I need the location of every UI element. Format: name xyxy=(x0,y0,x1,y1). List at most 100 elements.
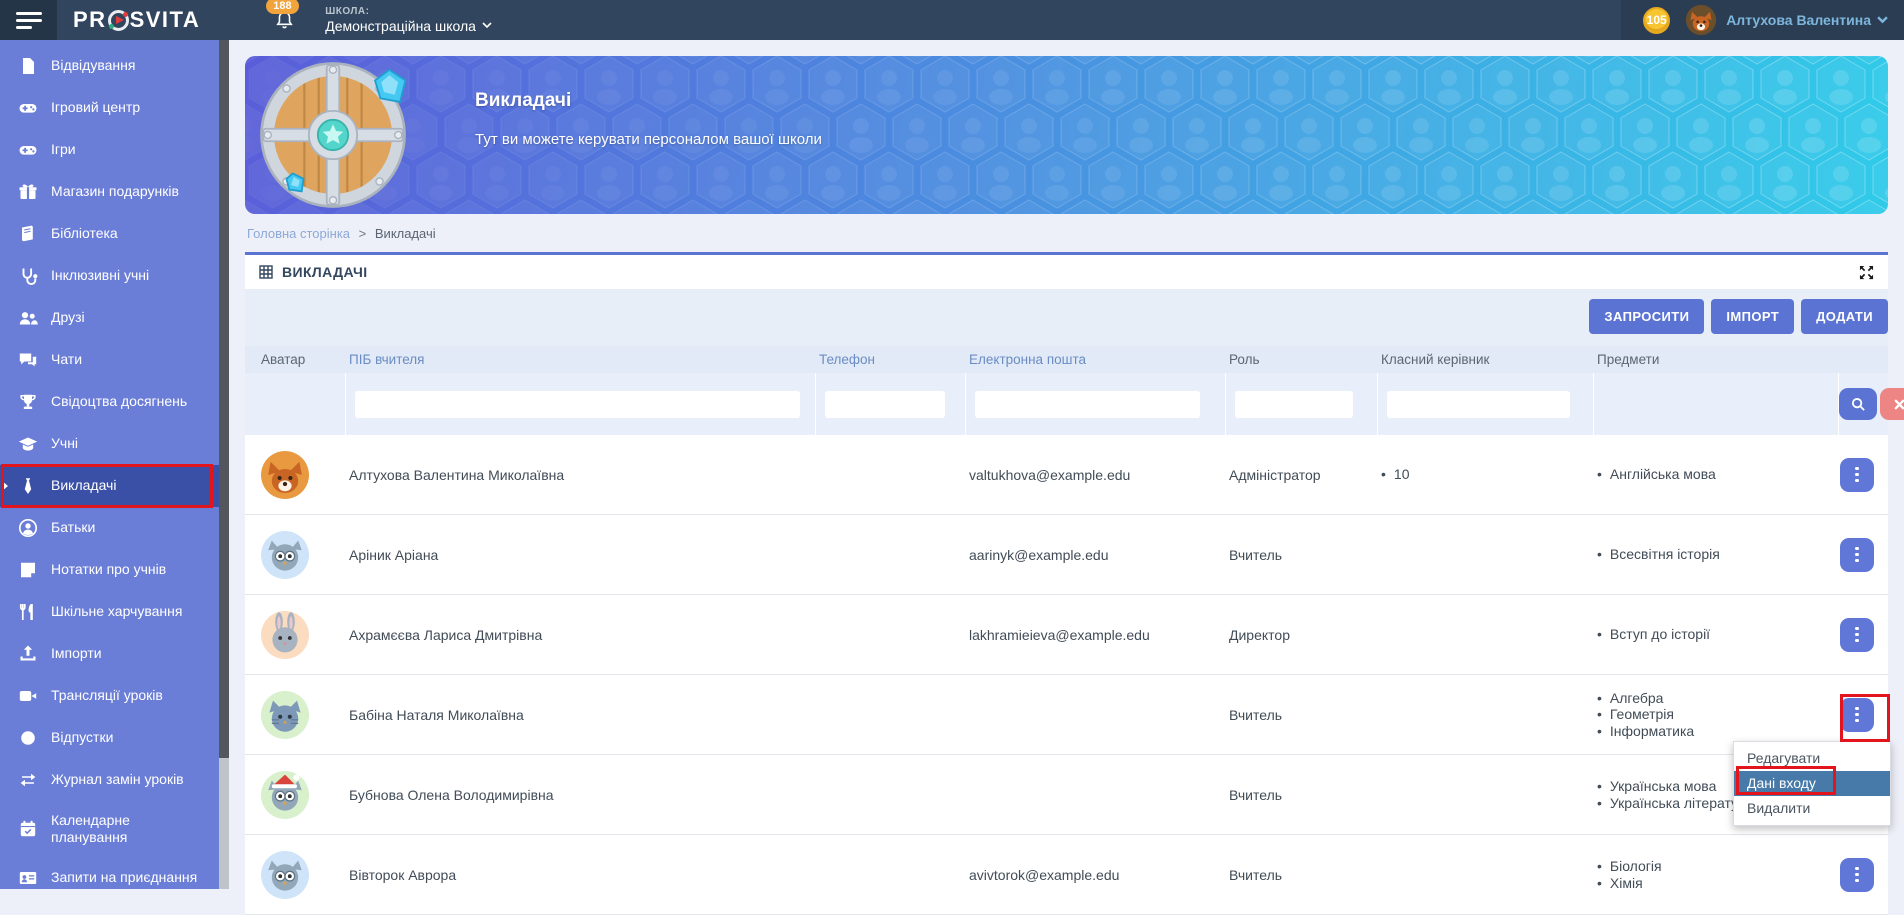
sidebar-item-16[interactable]: Трансляції уроків xyxy=(0,675,219,717)
sidebar-item-12[interactable]: Батьки xyxy=(0,507,219,549)
row-actions-button[interactable] xyxy=(1840,858,1874,892)
sidebar-item-7[interactable]: Друзі xyxy=(0,297,219,339)
subjects-cell: Всесвітня історія xyxy=(1593,546,1838,563)
role-filter-input[interactable] xyxy=(1235,391,1353,418)
table-row: Вівторок Аврораavivtorok@example.eduВчит… xyxy=(245,835,1888,915)
name-filter-input[interactable] xyxy=(355,391,800,418)
sidebar-scrollbar[interactable] xyxy=(219,40,229,889)
sidebar-item-9[interactable]: Свідоцтва досягнень xyxy=(0,381,219,423)
context-menu-item[interactable]: Видалити xyxy=(1734,796,1890,821)
teachers-icon xyxy=(18,476,38,496)
breadcrumb-current: Викладачі xyxy=(375,226,436,241)
sidebar-item-label: Викладачі xyxy=(51,477,116,494)
phone-filter-input[interactable] xyxy=(825,391,945,418)
subject-item: Геометрія xyxy=(1597,706,1838,723)
sidebar-item-13[interactable]: Нотатки про учнів xyxy=(0,549,219,591)
column-header-5: Роль xyxy=(1225,352,1377,367)
sidebar-item-label: Чати xyxy=(51,351,82,368)
sidebar-nav: Відвідування Ігровий центр ІгриМагазин под… xyxy=(0,40,219,889)
add-button[interactable]: ДОДАТИ xyxy=(1801,299,1888,334)
school-name: Демонстраційна школа xyxy=(325,18,476,34)
column-header-3[interactable]: Телефон xyxy=(815,352,965,367)
search-button[interactable] xyxy=(1839,388,1877,420)
email-filter-input[interactable] xyxy=(975,391,1200,418)
sidebar-item-18[interactable]: Журнал замін уроків xyxy=(0,759,219,801)
sidebar-item-label: Ігровий центр xyxy=(51,99,140,116)
chevron-down-icon xyxy=(1877,16,1888,24)
row-actions-button[interactable] xyxy=(1840,698,1874,732)
context-menu-item[interactable]: Редагувати xyxy=(1734,746,1890,771)
user-name: Алтухова Валентина xyxy=(1726,12,1871,28)
sidebar-item-label: Друзі xyxy=(51,309,85,326)
class-teacher-filter-input[interactable] xyxy=(1387,391,1570,418)
row-actions-button[interactable] xyxy=(1840,618,1874,652)
sidebar-item-5[interactable]: Бібліотека xyxy=(0,213,219,255)
table-row: Алтухова Валентина Миколаївнаvaltukhova@… xyxy=(245,435,1888,515)
sidebar-item-2[interactable]: Ігровий центр xyxy=(0,87,219,129)
sidebar-item-11[interactable]: Викладачі xyxy=(0,465,219,507)
sidebar-item-3[interactable]: Ігри xyxy=(0,129,219,171)
teacher-name: Аріник Аріана xyxy=(345,547,815,563)
teacher-name: Ахрамєєва Лариса Дмитрівна xyxy=(345,627,815,643)
sidebar-item-17[interactable]: Відпустки xyxy=(0,717,219,759)
teachers-panel: ВИКЛАДАЧІ ЗАПРОСИТИ ІМПОРТ ДОДАТИ Аватар… xyxy=(245,252,1888,889)
sidebar-item-15[interactable]: Імпорти xyxy=(0,633,219,675)
sidebar-item-10[interactable]: Учні xyxy=(0,423,219,465)
students-icon xyxy=(18,434,38,454)
subjects-list: АлгебраГеометріяІнформатика xyxy=(1593,690,1838,740)
column-header-4[interactable]: Електронна пошта xyxy=(965,352,1225,367)
avatar-cell xyxy=(245,611,345,659)
page-title: Викладачі xyxy=(475,90,822,112)
chats-icon xyxy=(18,350,38,370)
school-selector[interactable]: ШКОЛА: Демонстраційна школа xyxy=(325,6,492,34)
sidebar-item-label: Журнал замін уроків xyxy=(51,771,184,788)
context-menu-item[interactable]: Дані входу xyxy=(1734,771,1890,796)
calendar-planning-icon xyxy=(18,819,38,839)
breadcrumb-home-link[interactable]: Головна сторінка xyxy=(247,226,350,241)
row-actions-button[interactable] xyxy=(1840,538,1874,572)
teacher-role: Вчитель xyxy=(1225,547,1377,563)
coins-badge[interactable]: 105 xyxy=(1643,7,1670,34)
subjects-list: Вступ до історії xyxy=(1593,626,1838,643)
subjects-list: Англійська мова xyxy=(1593,466,1838,483)
scrollbar-thumb[interactable] xyxy=(219,40,229,758)
sidebar-item-14[interactable]: Шкільне харчування xyxy=(0,591,219,633)
sidebar-item-6[interactable]: Інклюзивні учні xyxy=(0,255,219,297)
inclusive-students-icon xyxy=(18,266,38,286)
actions-cell xyxy=(1838,618,1888,652)
class-teacher-item: 10 xyxy=(1381,466,1593,483)
actions-cell xyxy=(1838,538,1888,572)
panel-body: ЗАПРОСИТИ ІМПОРТ ДОДАТИ АватарПІБ вчител… xyxy=(245,289,1888,889)
clear-filters-button[interactable] xyxy=(1880,388,1904,420)
import-button[interactable]: ІМПОРТ xyxy=(1711,299,1794,334)
user-menu[interactable]: Алтухова Валентина xyxy=(1686,5,1888,35)
sidebar-item-label: Шкільне харчування xyxy=(51,603,182,620)
sidebar-item-19[interactable]: Календарнепланування xyxy=(0,801,219,857)
expand-button[interactable] xyxy=(1859,265,1874,280)
subjects-cell: АлгебраГеометріяІнформатика xyxy=(1593,690,1838,740)
teacher-name: Бабіна Наталя Миколаївна xyxy=(345,707,815,723)
hamburger-icon xyxy=(16,8,42,33)
sidebar-item-1[interactable]: Відвідування xyxy=(0,45,219,87)
sidebar-item-8[interactable]: Чати xyxy=(0,339,219,381)
table-header-row: АватарПІБ вчителяТелефонЕлектронна пошта… xyxy=(245,346,1888,373)
actions-cell xyxy=(1838,458,1888,492)
teacher-email: avivtorok@example.edu xyxy=(965,867,1225,883)
hamburger-menu-button[interactable] xyxy=(0,0,57,40)
attendance-icon xyxy=(18,56,38,76)
sidebar-item-20[interactable]: Запити на приєднання xyxy=(0,857,219,899)
avatar-cell xyxy=(245,691,345,739)
column-header-2[interactable]: ПІБ вчителя xyxy=(345,352,815,367)
prosvita-logo[interactable]: PR SVITA xyxy=(73,7,200,33)
notifications-button[interactable]: 188 xyxy=(274,10,295,31)
filter-subjects-cell-cell xyxy=(1593,373,1838,435)
teacher-role: Адміністратор xyxy=(1225,467,1377,483)
sidebar-item-4[interactable]: Магазин подарунків xyxy=(0,171,219,213)
invite-button[interactable]: ЗАПРОСИТИ xyxy=(1589,299,1704,334)
gem-large-icon xyxy=(375,70,405,102)
school-label: ШКОЛА: xyxy=(325,6,492,18)
game-center-icon xyxy=(18,98,38,118)
user-avatar xyxy=(1686,5,1716,35)
column-header-6: Класний керівник xyxy=(1377,352,1593,367)
row-actions-button[interactable] xyxy=(1840,458,1874,492)
